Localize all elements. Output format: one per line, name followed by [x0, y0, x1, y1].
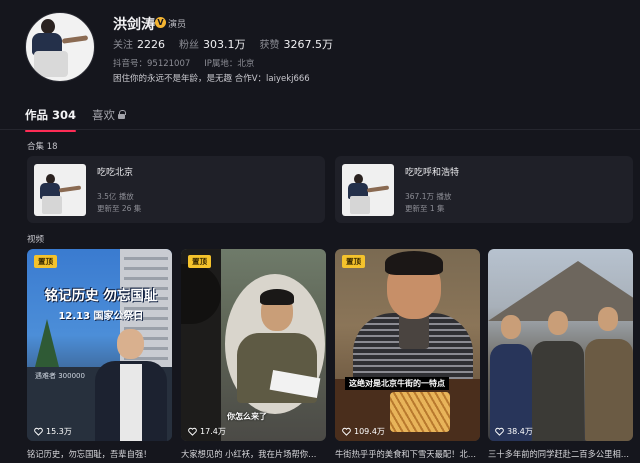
likes-count: 15.3万 — [46, 427, 72, 436]
person-face — [598, 307, 618, 331]
collection-thumbnail — [342, 164, 394, 216]
food-plate — [390, 392, 450, 432]
video-caption[interactable]: 大家想见的 小红袄，我在片场帮你… — [181, 448, 326, 460]
stat-value: 2226 — [137, 38, 165, 51]
profile-meta: 抖音号：95121007 IP属地：北京 — [113, 57, 254, 69]
stat-likes: 获赞 3267.5万 — [260, 36, 334, 52]
video-caption[interactable]: 三十多年前的同学赶赴二百多公里相… — [488, 448, 633, 460]
video-card[interactable]: 这绝对是北京牛街的一特点 置顶 109.4万 — [335, 249, 480, 441]
profile-avatar[interactable] — [25, 12, 95, 82]
video-card[interactable]: 38.4万 — [488, 249, 633, 441]
lock-icon — [118, 110, 127, 119]
video-likes: 17.4万 — [188, 426, 226, 437]
collection-update: 更新至 26 集 — [97, 204, 142, 213]
video-subtitle: 你怎么来了 — [227, 412, 267, 421]
thumb-arm — [58, 185, 82, 193]
heart-icon — [188, 427, 197, 436]
pinned-badge: 置顶 — [34, 255, 57, 268]
thumb-apron — [42, 196, 62, 214]
likes-count: 17.4万 — [200, 427, 226, 436]
collection-plays: 3.5亿 播放 — [97, 192, 134, 201]
avatar-arm — [61, 35, 89, 44]
stat-following[interactable]: 关注 2226 — [113, 36, 165, 52]
profile-name: 洪剑涛 — [113, 17, 155, 33]
person-shirt — [120, 364, 142, 441]
avatar-apron — [34, 51, 68, 77]
wall-inscription: 遇难者 300000 — [35, 372, 85, 380]
videos-label: 视频 — [27, 235, 45, 245]
video-overlay-date: 12.13 国家公祭日 — [58, 311, 144, 322]
collection-card[interactable]: 吃吃呼和浩特 367.1万 播放 更新至 1 集 — [335, 156, 633, 223]
avatar-person-head — [41, 19, 55, 34]
video-likes: 15.3万 — [34, 426, 72, 437]
ip-location: IP属地：北京 — [204, 59, 255, 69]
collection-title: 吃吃北京 — [97, 168, 134, 178]
collection-thumbnail — [34, 164, 86, 216]
stat-label: 粉丝 — [179, 40, 199, 51]
pinned-badge: 置顶 — [342, 255, 365, 268]
collection-card[interactable]: 吃吃北京 3.5亿 播放 更新至 26 集 — [27, 156, 325, 223]
video-likes: 38.4万 — [495, 426, 533, 437]
video-card[interactable]: 遇难者 300000 铭记历史 勿忘国耻 12.13 国家公祭日 置顶 15.3… — [27, 249, 172, 441]
likes-count: 38.4万 — [507, 427, 533, 436]
person-face — [501, 315, 521, 339]
video-card[interactable]: 你怎么来了 置顶 17.4万 — [181, 249, 326, 441]
likes-count: 109.4万 — [354, 427, 385, 436]
video-caption[interactable]: 牛街热乎乎的美食和下雪天最配！北… — [335, 448, 480, 460]
person-jacket — [585, 339, 633, 441]
collection-update: 更新至 1 集 — [405, 204, 445, 213]
video-subtitle: 这绝对是北京牛街的一特点 — [345, 377, 449, 390]
video-likes: 109.4万 — [342, 426, 385, 437]
person-face — [548, 311, 568, 335]
thumb-arm — [366, 185, 390, 193]
collection-plays: 367.1万 播放 — [405, 192, 452, 201]
person-hair — [385, 251, 443, 275]
heart-icon — [34, 427, 43, 436]
thumb-apron — [350, 196, 370, 214]
stat-followers[interactable]: 粉丝 303.1万 — [179, 36, 246, 52]
stat-label: 关注 — [113, 40, 133, 51]
stat-value: 3267.5万 — [283, 38, 334, 51]
video-caption[interactable]: 铭记历史，勿忘国耻，吾辈自强！ — [27, 448, 172, 460]
profile-badge-label: 演员 — [168, 20, 187, 30]
person-face — [117, 329, 144, 359]
tabs-divider — [0, 129, 640, 130]
tab-likes-label: 喜欢 — [92, 108, 116, 122]
person-hair — [260, 289, 294, 305]
stat-value: 303.1万 — [203, 38, 246, 51]
v-verified-icon: V — [155, 17, 166, 28]
heart-icon — [495, 427, 504, 436]
heart-icon — [342, 427, 351, 436]
stat-label: 获赞 — [259, 40, 280, 51]
douyin-id: 抖音号：95121007 — [113, 59, 191, 69]
pinned-badge: 置顶 — [188, 255, 211, 268]
video-overlay-title: 铭记历史 勿忘国耻 — [44, 288, 158, 304]
profile-stats: 关注 2226 粉丝 303.1万 获赞 3267.5万 — [113, 36, 333, 52]
profile-bio: 困住你的永远不是年龄，是无趣 合作V：laiyekj666 — [113, 74, 310, 84]
collection-title: 吃吃呼和浩特 — [405, 168, 460, 178]
person-jacket — [532, 341, 584, 441]
collections-label: 合集 18 — [27, 142, 58, 152]
